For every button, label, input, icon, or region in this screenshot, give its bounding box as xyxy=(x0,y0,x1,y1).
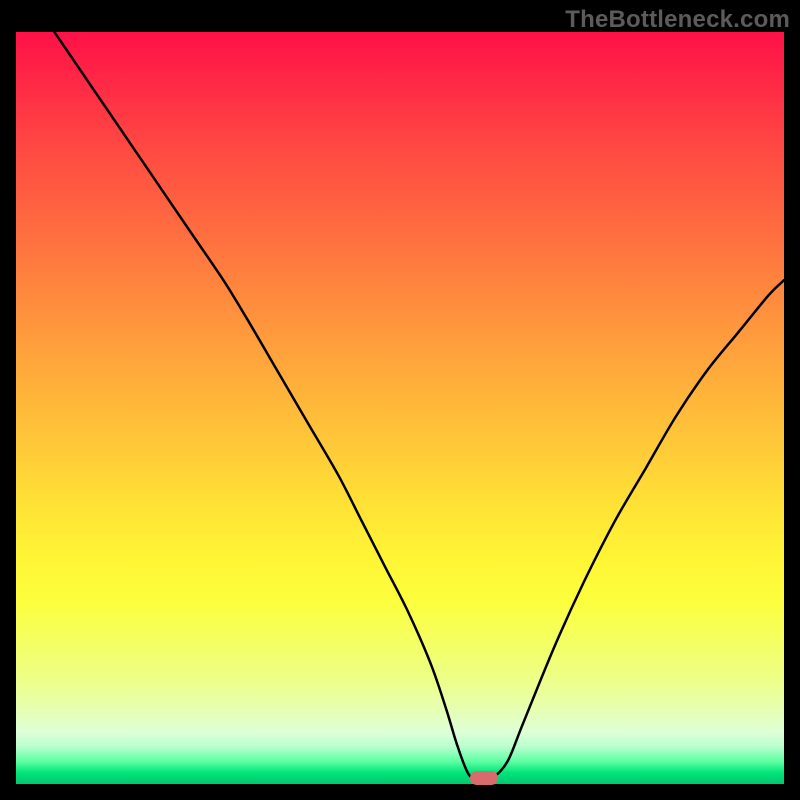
optimum-marker xyxy=(470,771,498,785)
curve-path xyxy=(54,32,784,779)
bottleneck-curve xyxy=(16,32,784,784)
watermark-label: TheBottleneck.com xyxy=(565,6,790,34)
chart-frame: TheBottleneck.com xyxy=(0,0,800,800)
